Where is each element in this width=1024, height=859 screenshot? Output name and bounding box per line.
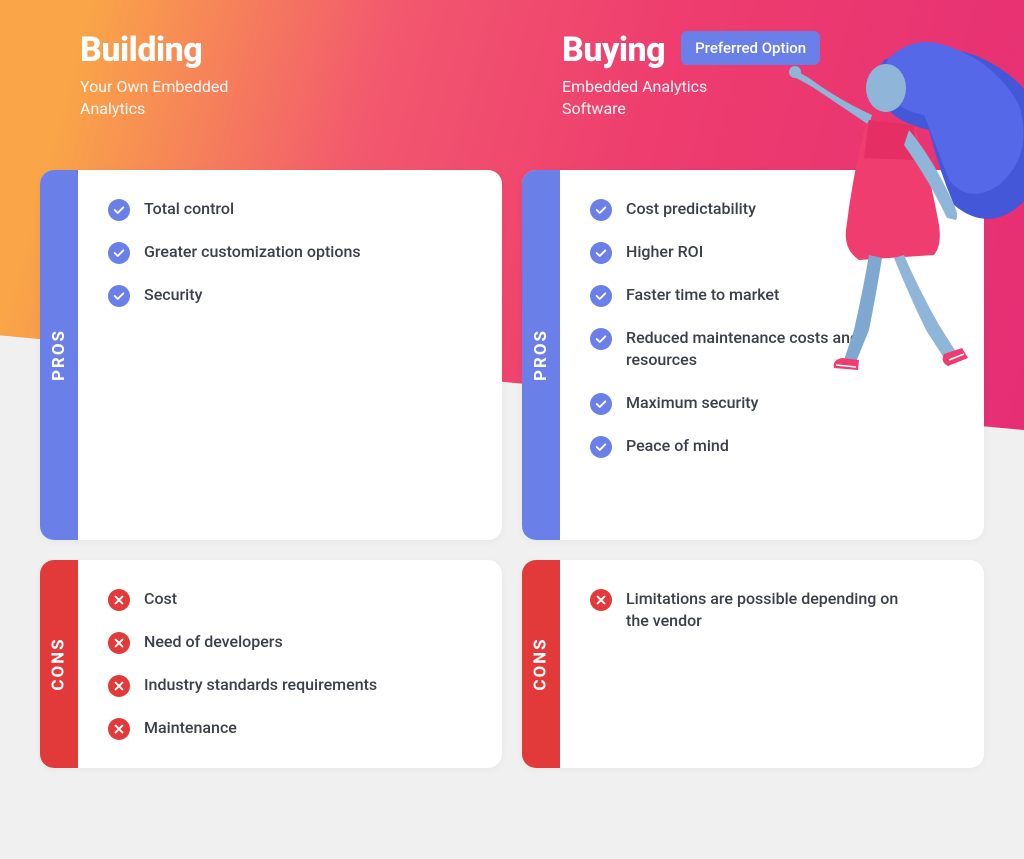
check-icon xyxy=(108,285,130,307)
check-icon xyxy=(590,436,612,458)
buying-title: Buying xyxy=(562,30,665,70)
pros-label: PROS xyxy=(49,329,69,381)
item-text: Peace of mind xyxy=(626,435,729,457)
list-item: Maximum security xyxy=(590,392,954,415)
item-text: Security xyxy=(144,284,202,306)
item-text: Total control xyxy=(144,198,234,220)
check-icon xyxy=(590,393,612,415)
cons-label: CONS xyxy=(49,637,69,690)
list-item: Higher ROI xyxy=(590,241,954,264)
buying-header: Buying Preferred Option Embedded Analyti… xyxy=(522,30,984,150)
buying-pros-card: PROS Cost predictability Higher ROI Fast… xyxy=(522,170,984,540)
cross-icon xyxy=(108,589,130,611)
preferred-badge: Preferred Option xyxy=(681,31,820,65)
item-text: Higher ROI xyxy=(626,241,703,263)
cons-tab: CONS xyxy=(522,560,560,768)
item-text: Reduced maintenance costs and resources xyxy=(626,327,916,372)
item-text: Maintenance xyxy=(144,717,237,739)
building-header: Building Your Own Embedded Analytics xyxy=(40,30,502,150)
cross-icon xyxy=(108,718,130,740)
buying-cons-body: Limitations are possible depending on th… xyxy=(560,560,984,768)
building-title: Building xyxy=(80,30,202,70)
pros-tab: PROS xyxy=(522,170,560,540)
pros-tab: PROS xyxy=(40,170,78,540)
list-item: Total control xyxy=(108,198,472,221)
list-item: Cost xyxy=(108,588,472,611)
item-text: Cost predictability xyxy=(626,198,756,220)
list-item: Cost predictability xyxy=(590,198,954,221)
list-item: Greater customization options xyxy=(108,241,472,264)
item-text: Maximum security xyxy=(626,392,758,414)
list-item: Security xyxy=(108,284,472,307)
item-text: Greater customization options xyxy=(144,241,361,263)
list-item: Need of developers xyxy=(108,631,472,654)
list-item: Peace of mind xyxy=(590,435,954,458)
pros-label: PROS xyxy=(531,329,551,381)
buying-pros-body: Cost predictability Higher ROI Faster ti… xyxy=(560,170,984,540)
check-icon xyxy=(590,285,612,307)
list-item: Industry standards requirements xyxy=(108,674,472,697)
building-pros-card: PROS Total control Greater customization… xyxy=(40,170,502,540)
check-icon xyxy=(590,199,612,221)
cross-icon xyxy=(108,632,130,654)
building-cons-card: CONS Cost Need of developers Industry st… xyxy=(40,560,502,768)
cross-icon xyxy=(108,675,130,697)
comparison-grid: Building Your Own Embedded Analytics Buy… xyxy=(0,0,1024,798)
cons-tab: CONS xyxy=(40,560,78,768)
check-icon xyxy=(590,242,612,264)
cons-label: CONS xyxy=(531,637,551,690)
item-text: Limitations are possible depending on th… xyxy=(626,588,916,633)
buying-subtitle: Embedded Analytics Software xyxy=(562,76,762,121)
list-item: Maintenance xyxy=(108,717,472,740)
list-item: Faster time to market xyxy=(590,284,954,307)
item-text: Faster time to market xyxy=(626,284,779,306)
cross-icon xyxy=(590,589,612,611)
check-icon xyxy=(590,328,612,350)
item-text: Industry standards requirements xyxy=(144,674,377,696)
check-icon xyxy=(108,199,130,221)
item-text: Need of developers xyxy=(144,631,283,653)
list-item: Reduced maintenance costs and resources xyxy=(590,327,954,372)
building-subtitle: Your Own Embedded Analytics xyxy=(80,76,280,121)
item-text: Cost xyxy=(144,588,177,610)
buying-cons-card: CONS Limitations are possible depending … xyxy=(522,560,984,768)
building-pros-body: Total control Greater customization opti… xyxy=(78,170,502,540)
list-item: Limitations are possible depending on th… xyxy=(590,588,954,633)
check-icon xyxy=(108,242,130,264)
building-cons-body: Cost Need of developers Industry standar… xyxy=(78,560,502,768)
